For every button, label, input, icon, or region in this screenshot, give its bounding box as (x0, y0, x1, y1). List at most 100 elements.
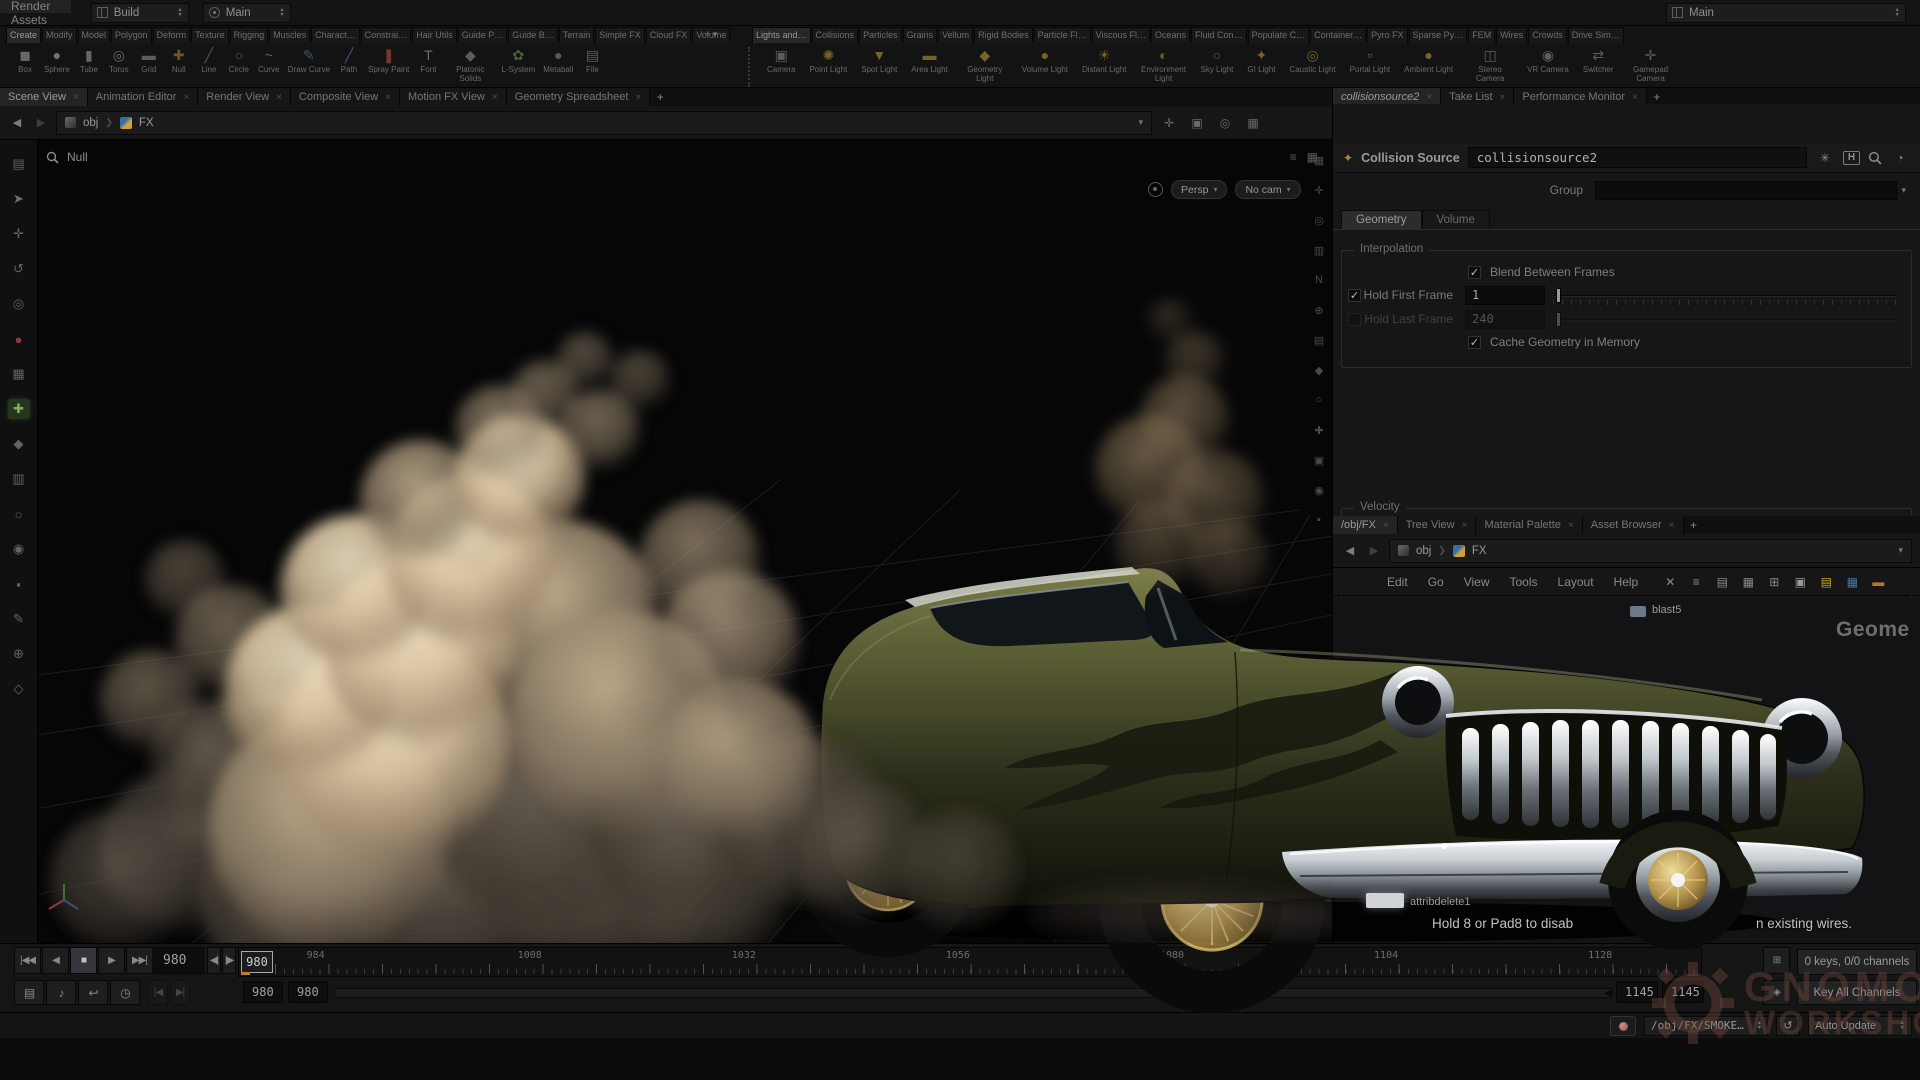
shelf-tab[interactable]: Constrai… (361, 27, 412, 43)
pane-tab[interactable]: Render View (198, 88, 291, 106)
param-subtab[interactable]: Geometry (1341, 210, 1422, 229)
playback-range-slider[interactable]: ◀ (334, 988, 1612, 998)
viewport-display-icon[interactable]: ▦ (1310, 152, 1328, 168)
shelf-tool[interactable]: ✿ L-System (497, 43, 539, 74)
shelf-tab[interactable]: Grains (903, 27, 938, 43)
viewport-tool-icon[interactable]: ⊕ (8, 644, 30, 664)
shelf-tool[interactable]: ▣ Camera (760, 43, 802, 74)
network-toolbar-icon[interactable]: ▣ (1790, 575, 1810, 589)
playbar-option-icon[interactable]: ◷ (110, 980, 140, 1005)
close-icon[interactable] (1632, 92, 1638, 103)
shelf-tool[interactable]: ◎ Torus (104, 43, 134, 74)
viewport-tool-icon[interactable]: ➤ (8, 189, 30, 209)
breadcrumb-current[interactable]: FX (1472, 545, 1487, 557)
toolbar-icon[interactable]: ◎ (1214, 116, 1236, 130)
viewport-display-icon[interactable]: ▣ (1310, 452, 1328, 468)
viewport-display-icon[interactable]: ○ (1310, 392, 1328, 408)
shelf-tab[interactable]: Rigid Bodies (974, 27, 1033, 43)
shelf-tab[interactable]: Viscous Fl… (1092, 27, 1150, 43)
cache-geometry-checkbox[interactable] (1468, 336, 1481, 349)
shelf-tool[interactable]: ▮ Tube (74, 43, 104, 74)
viewport-display-icon[interactable]: ◆ (1310, 362, 1328, 378)
shelf-tool[interactable]: ▤ File (577, 43, 607, 74)
current-frame-field[interactable]: 980 (154, 947, 204, 974)
shelf-tool[interactable]: ◉ VR Camera (1520, 43, 1576, 74)
shelf-tool[interactable]: ⇄ Switcher (1576, 43, 1621, 74)
network-toolbar-icon[interactable]: ▤ (1816, 575, 1836, 589)
network-toolbar-icon[interactable]: ▦ (1842, 575, 1862, 589)
network-canvas[interactable] (1333, 598, 1920, 943)
pane-tab[interactable]: Asset Browser (1583, 516, 1684, 534)
shelf-tool[interactable]: T Font (413, 43, 443, 74)
viewport-tool-icon[interactable]: ◇ (8, 679, 30, 699)
shelf-tab[interactable]: Hair Utils (412, 27, 457, 43)
new-tab-button[interactable] (1684, 516, 1704, 534)
playbar-option-icon[interactable]: ♪ (46, 980, 76, 1005)
shelf-tool[interactable]: ▼ Spot Light (854, 43, 904, 74)
projection-menu[interactable]: Persp (1171, 180, 1227, 199)
network-toolbar-icon[interactable]: ▦ (1738, 575, 1758, 589)
network-menu-item[interactable]: Tools (1500, 568, 1548, 595)
shelf-tab[interactable]: Muscles (269, 27, 310, 43)
hold-last-frame-slider[interactable] (1553, 310, 1897, 329)
close-icon[interactable] (492, 92, 498, 103)
shelf-tool[interactable]: ☀ Distant Light (1075, 43, 1133, 74)
back-arrow-icon[interactable]: ◀ (8, 116, 26, 129)
operator-menu-icon[interactable]: ✳ (1815, 151, 1835, 165)
playbar-option-icon[interactable]: ▤ (14, 980, 44, 1005)
menubar-item[interactable]: Assets (0, 13, 71, 27)
close-icon[interactable] (385, 92, 391, 103)
shelf-tab[interactable]: Polygon (111, 27, 152, 43)
hold-last-frame-field[interactable] (1465, 310, 1545, 329)
shelf-tool[interactable]: ◐ Environment Light (1134, 43, 1194, 83)
shelf-tab[interactable]: Charact… (311, 27, 360, 43)
pin-icon[interactable]: ◔ (1890, 151, 1910, 165)
close-icon[interactable] (1426, 92, 1432, 103)
timeline-ruler[interactable]: 980 984100810321056108011041128 (238, 947, 1702, 977)
close-icon[interactable] (1462, 520, 1468, 531)
shelf-tab[interactable]: Container… (1310, 27, 1366, 43)
transport-button[interactable]: |◀◀ (14, 947, 41, 974)
pane-tab[interactable]: Composite View (291, 88, 400, 106)
path-breadcrumb[interactable]: obj FX (56, 111, 1152, 135)
close-icon[interactable] (1500, 92, 1506, 103)
viewport-tool-icon[interactable]: ▤ (8, 154, 30, 174)
viewport-tool-icon[interactable]: ✎ (8, 609, 30, 629)
network-menu-item[interactable]: Layout (1548, 568, 1604, 595)
close-icon[interactable] (1669, 520, 1675, 531)
shelf-tool[interactable]: ○ Circle (224, 43, 254, 74)
shelf-tab[interactable]: Modify (42, 27, 77, 43)
network-toolbar-icon[interactable]: ▬ (1868, 575, 1888, 589)
shelf-tool[interactable]: ● Sphere (40, 43, 74, 74)
transport-button[interactable]: ▶ (98, 947, 125, 974)
shelf-tool[interactable]: ● Volume Light (1015, 43, 1075, 74)
cook-state-icon[interactable] (1610, 1016, 1636, 1036)
range-step-back-icon[interactable]: |◀ (148, 980, 168, 1005)
viewport-tool-icon[interactable]: ▪ (8, 574, 30, 594)
breadcrumb-root[interactable]: obj (83, 117, 98, 129)
network-menu-item[interactable]: Go (1418, 568, 1454, 595)
blend-between-frames-checkbox[interactable] (1468, 266, 1481, 279)
network-menu-item[interactable]: Edit (1377, 568, 1418, 595)
viewport-tool-icon[interactable]: ◎ (8, 294, 30, 314)
pane-tab[interactable]: Motion FX View (400, 88, 507, 106)
shelf-tool[interactable]: ❚ Spray Paint (364, 43, 413, 74)
shelf-tool[interactable]: ╱ Path (334, 43, 364, 74)
auto-key-icon[interactable]: ⊞ (1763, 947, 1790, 974)
hold-first-frame-checkbox[interactable] (1348, 289, 1361, 302)
forward-arrow-icon[interactable]: ▶ (1365, 544, 1383, 557)
network-toolbar-icon[interactable]: ✕ (1660, 575, 1680, 589)
shelf-tab[interactable]: Rigging (230, 27, 269, 43)
shelf-add-icon[interactable]: + ▾ (700, 27, 722, 40)
list-icon[interactable]: ≡ (1290, 150, 1297, 164)
shelf-tab[interactable]: FEM (1468, 27, 1495, 43)
shelf-tool[interactable]: ● Ambient Light (1397, 43, 1460, 74)
shelf-tab[interactable]: Guide B… (508, 27, 558, 43)
shelf-tab[interactable]: Crowds (1528, 27, 1567, 43)
hold-first-frame-field[interactable] (1465, 286, 1545, 305)
breadcrumb-current[interactable]: FX (139, 117, 154, 129)
network-toolbar-icon[interactable]: ⊞ (1764, 575, 1784, 589)
viewport-tool-icon[interactable]: ○ (8, 504, 30, 524)
viewport-tool-icon[interactable]: ✚ (8, 399, 30, 419)
close-icon[interactable] (73, 92, 79, 103)
